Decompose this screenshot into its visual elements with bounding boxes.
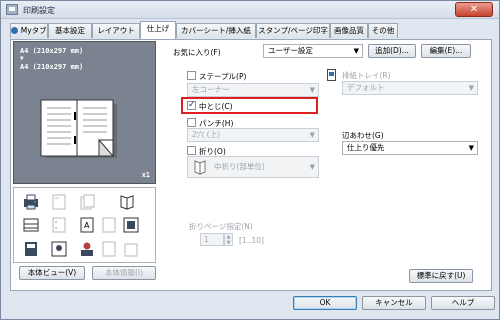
fold-select[interactable]: 中折り(部単位) ▼ bbox=[187, 156, 319, 178]
duplex-icon bbox=[80, 194, 95, 210]
add-favorite-button[interactable]: 追加(D)... bbox=[368, 44, 416, 58]
tray-icon bbox=[23, 218, 39, 232]
tab-label: Myタブ bbox=[20, 26, 47, 35]
staple-icon bbox=[52, 194, 66, 210]
tab-finishing[interactable]: 仕上げ bbox=[140, 21, 176, 39]
fold-pages-range: [1..10] bbox=[239, 236, 264, 245]
fold-pages-input[interactable]: 1 bbox=[200, 233, 224, 246]
preview-paper-size: A4 (210x297 mm) bbox=[20, 47, 84, 55]
restore-default-button[interactable]: 標準に戻す(U) bbox=[409, 269, 473, 283]
window-title: 印刷設定 bbox=[23, 6, 55, 15]
tab-layout[interactable]: レイアウト bbox=[92, 23, 140, 38]
staple-checkbox[interactable] bbox=[187, 71, 196, 80]
dropdown-arrow-icon: ▼ bbox=[468, 84, 474, 92]
alignment-value: 仕上り優先 bbox=[347, 143, 385, 152]
output-icon bbox=[123, 217, 139, 233]
tab-image-quality[interactable]: 画像品質 bbox=[330, 23, 368, 38]
page-preview: A4 (210x297 mm) ▼ A4 (210x297 mm) x1 bbox=[13, 41, 156, 184]
copies-indicator: x1 bbox=[141, 171, 150, 179]
device-info-button[interactable]: 本体情報(I) bbox=[92, 266, 156, 280]
arrow-down-icon: ▼ bbox=[20, 55, 24, 62]
tab-stamp[interactable]: スタンプ/ページ印字 bbox=[256, 23, 330, 38]
booklet-icon bbox=[120, 195, 134, 210]
output-tray-value: デフォルト bbox=[347, 83, 385, 92]
layout-icon bbox=[102, 217, 116, 233]
text-page-icon: A bbox=[80, 217, 94, 233]
staple-select[interactable]: 左コーナー ▼ bbox=[187, 83, 319, 97]
favorites-value: ユーザー設定 bbox=[268, 46, 313, 55]
tab-other[interactable]: その他 bbox=[368, 23, 398, 38]
staple-label: ステープル(P) bbox=[199, 72, 247, 81]
center-staple-label: 中とじ(C) bbox=[199, 102, 233, 111]
preview-output-size: A4 (210x297 mm) bbox=[20, 63, 84, 71]
output-tray-select[interactable]: デフォルト ▼ bbox=[342, 81, 478, 95]
dropdown-arrow-icon: ▼ bbox=[309, 86, 315, 94]
output-tray-icon bbox=[327, 69, 336, 81]
dropdown-arrow-icon: ▼ bbox=[309, 131, 315, 139]
account-icon bbox=[51, 241, 67, 257]
punch-checkbox[interactable] bbox=[187, 118, 196, 127]
box-icon bbox=[124, 243, 138, 257]
tab-my-tab[interactable]: Myタブ bbox=[10, 23, 48, 38]
fold-icon bbox=[194, 160, 206, 175]
printer-icon bbox=[24, 194, 38, 210]
device-view-button[interactable]: 本体ビュー(V) bbox=[19, 266, 85, 280]
fold-pages-label: 折りページ指定(N) bbox=[189, 222, 253, 231]
document-icon bbox=[25, 242, 37, 256]
fold-pages-spinner[interactable]: ▲ ▼ bbox=[224, 233, 233, 246]
help-button[interactable]: ヘルプ bbox=[431, 296, 495, 310]
tab-basic[interactable]: 基本設定 bbox=[48, 23, 92, 38]
alignment-label: 辺あわせ(G) bbox=[342, 131, 384, 140]
dropdown-arrow-icon: ▼ bbox=[309, 163, 315, 171]
punch-value: 2穴 (上) bbox=[192, 130, 221, 139]
cancel-button[interactable]: キャンセル bbox=[362, 296, 426, 310]
fold-checkbox[interactable] bbox=[187, 146, 196, 155]
user-auth-icon bbox=[81, 242, 93, 256]
punch-select[interactable]: 2穴 (上) ▼ bbox=[187, 128, 319, 142]
favorites-select[interactable]: ユーザー設定 ▼ bbox=[263, 44, 363, 58]
ok-button[interactable]: OK bbox=[293, 296, 357, 310]
punch-icon bbox=[52, 217, 66, 233]
svg-text:A: A bbox=[84, 221, 90, 230]
favorites-label: お気に入り(F) bbox=[173, 48, 221, 57]
title-bar: 印刷設定 ✕ bbox=[1, 1, 499, 19]
booklet-preview-image bbox=[40, 99, 117, 158]
fold-value: 中折り(部単位) bbox=[214, 162, 265, 171]
secure-print-icon bbox=[102, 241, 116, 257]
edit-favorite-button[interactable]: 編集(E)... bbox=[421, 44, 471, 58]
tab-cover-sheet[interactable]: カバーシート/挿入紙 bbox=[176, 23, 256, 38]
dropdown-arrow-icon: ▼ bbox=[468, 144, 474, 152]
center-staple-checkbox[interactable] bbox=[187, 100, 196, 110]
dropdown-arrow-icon: ▼ bbox=[353, 47, 359, 55]
staple-value: 左コーナー bbox=[192, 85, 230, 94]
alignment-select[interactable]: 仕上り優先 ▼ bbox=[342, 141, 478, 155]
output-tray-label: 排紙トレイ(R) bbox=[342, 71, 391, 80]
close-button[interactable]: ✕ bbox=[455, 2, 493, 17]
print-settings-window: 印刷設定 ✕ Myタブ 基本設定 レイアウト 仕上げ カバーシート/挿入紙 スタ… bbox=[0, 0, 500, 320]
device-icon-panel: A bbox=[13, 187, 156, 263]
user-icon bbox=[11, 27, 19, 34]
printer-icon bbox=[6, 4, 18, 15]
